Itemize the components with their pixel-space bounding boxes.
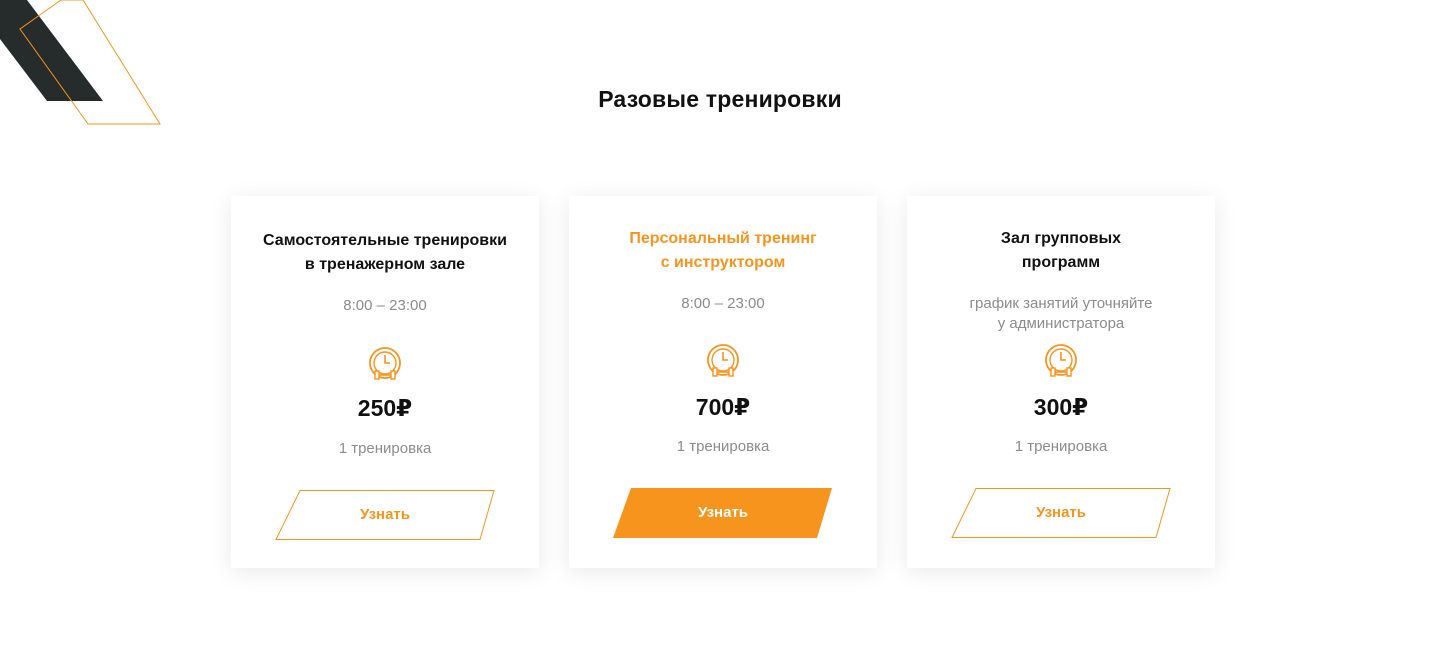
clock-dumbbell-icon: [369, 347, 401, 380]
learn-more-button[interactable]: Узнать: [613, 488, 833, 538]
card-title: Зал групповых программ: [1000, 230, 1122, 271]
card-schedule: 8:00 – 23:00: [343, 297, 427, 314]
learn-more-button[interactable]: Узнать: [275, 490, 495, 540]
card-title: Персональный тренинг с инструктором: [629, 230, 817, 271]
card-schedule: 8:00 – 23:00: [681, 295, 765, 312]
pricing-card-group: Зал групповых программ график занятий ут…: [907, 196, 1215, 568]
button-label: Узнать: [359, 506, 410, 523]
clock-dumbbell-icon: [707, 344, 739, 377]
card-price: 700₽: [695, 394, 751, 420]
card-unit: 1 тренировка: [1014, 438, 1108, 455]
mouse-cursor-icon: [613, 488, 627, 508]
card-unit: 1 тренировка: [676, 438, 770, 455]
card-unit: 1 тренировка: [338, 440, 432, 457]
clock-dumbbell-icon: [1045, 344, 1077, 377]
pricing-card-personal: Персональный тренинг с инструктором 8:00…: [569, 196, 877, 568]
card-schedule: график занятий уточняйте у администратор…: [969, 295, 1153, 332]
section-title: Разовые тренировки: [598, 86, 842, 112]
learn-more-button[interactable]: Узнать: [951, 488, 1171, 538]
button-label: Узнать: [697, 504, 748, 521]
card-price: 300₽: [1033, 394, 1089, 420]
card-title: Самостоятельные тренировки в тренажерном…: [263, 232, 507, 273]
button-label: Узнать: [1035, 504, 1086, 521]
pricing-card-gym: Самостоятельные тренировки в тренажерном…: [231, 196, 539, 568]
card-price: 250₽: [357, 395, 413, 421]
